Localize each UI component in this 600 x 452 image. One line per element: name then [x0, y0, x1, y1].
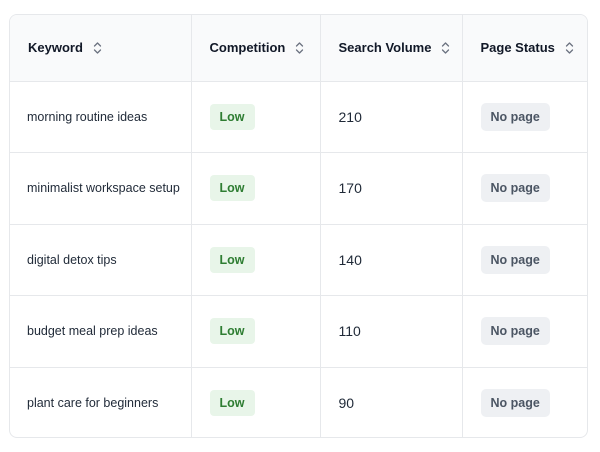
table-row[interactable]: budget meal prep ideas Low 110 No page	[10, 295, 587, 368]
column-header-label: Page Status	[480, 40, 555, 56]
page-status-cell: No page	[462, 224, 587, 296]
page-status-badge: No page	[480, 389, 550, 417]
table-row[interactable]: digital detox tips Low 140 No page	[10, 224, 587, 296]
search-volume-cell: 210	[320, 81, 463, 153]
competition-badge: Low	[209, 318, 255, 345]
page-status-badge: No page	[480, 102, 550, 131]
page-status-cell: No page	[462, 295, 587, 368]
competition-cell: Low	[191, 224, 321, 296]
keyword-cell: minimalist workspace setup	[10, 152, 192, 225]
page-status-cell: No page	[462, 367, 587, 437]
column-header-label: Keyword	[28, 40, 83, 56]
table-row[interactable]: morning routine ideas Low 210 No page	[10, 81, 587, 153]
column-header-search-volume[interactable]: Search Volume	[320, 15, 463, 82]
keyword-cell: morning routine ideas	[10, 81, 192, 153]
page-status-cell: No page	[462, 81, 587, 153]
search-volume-cell: 170	[320, 152, 463, 225]
competition-badge: Low	[209, 103, 255, 130]
keyword-cell: plant care for beginners	[10, 367, 192, 437]
keyword-cell: digital detox tips	[10, 224, 192, 296]
page-status-badge: No page	[480, 317, 550, 346]
search-volume-cell: 110	[320, 295, 463, 368]
table-header-row: Keyword Competition Search Volume Page S…	[10, 15, 587, 82]
column-header-label: Competition	[209, 40, 286, 56]
chevron-up-down-icon[interactable]	[93, 41, 102, 55]
page-status-cell: No page	[462, 152, 587, 225]
competition-badge: Low	[209, 390, 255, 416]
chevron-up-down-icon[interactable]	[295, 41, 304, 55]
column-header-competition[interactable]: Competition	[191, 15, 321, 82]
table-row[interactable]: plant care for beginners Low 90 No page	[10, 367, 587, 437]
search-volume-cell: 140	[320, 224, 463, 296]
column-header-label: Search Volume	[338, 40, 432, 56]
competition-cell: Low	[191, 81, 321, 153]
competition-cell: Low	[191, 152, 321, 225]
keyword-cell: budget meal prep ideas	[10, 295, 192, 368]
column-header-page-status[interactable]: Page Status	[462, 15, 587, 82]
chevron-up-down-icon[interactable]	[565, 41, 574, 55]
table-row[interactable]: minimalist workspace setup Low 170 No pa…	[10, 152, 587, 225]
page-status-badge: No page	[480, 174, 550, 203]
competition-badge: Low	[209, 175, 255, 202]
column-header-keyword[interactable]: Keyword	[10, 15, 192, 82]
competition-badge: Low	[209, 246, 255, 273]
competition-cell: Low	[191, 295, 321, 368]
page-status-badge: No page	[480, 245, 550, 274]
chevron-up-down-icon[interactable]	[441, 41, 450, 55]
competition-cell: Low	[191, 367, 321, 437]
search-volume-cell: 90	[320, 367, 463, 437]
keyword-table: Keyword Competition Search Volume Page S…	[9, 14, 588, 438]
